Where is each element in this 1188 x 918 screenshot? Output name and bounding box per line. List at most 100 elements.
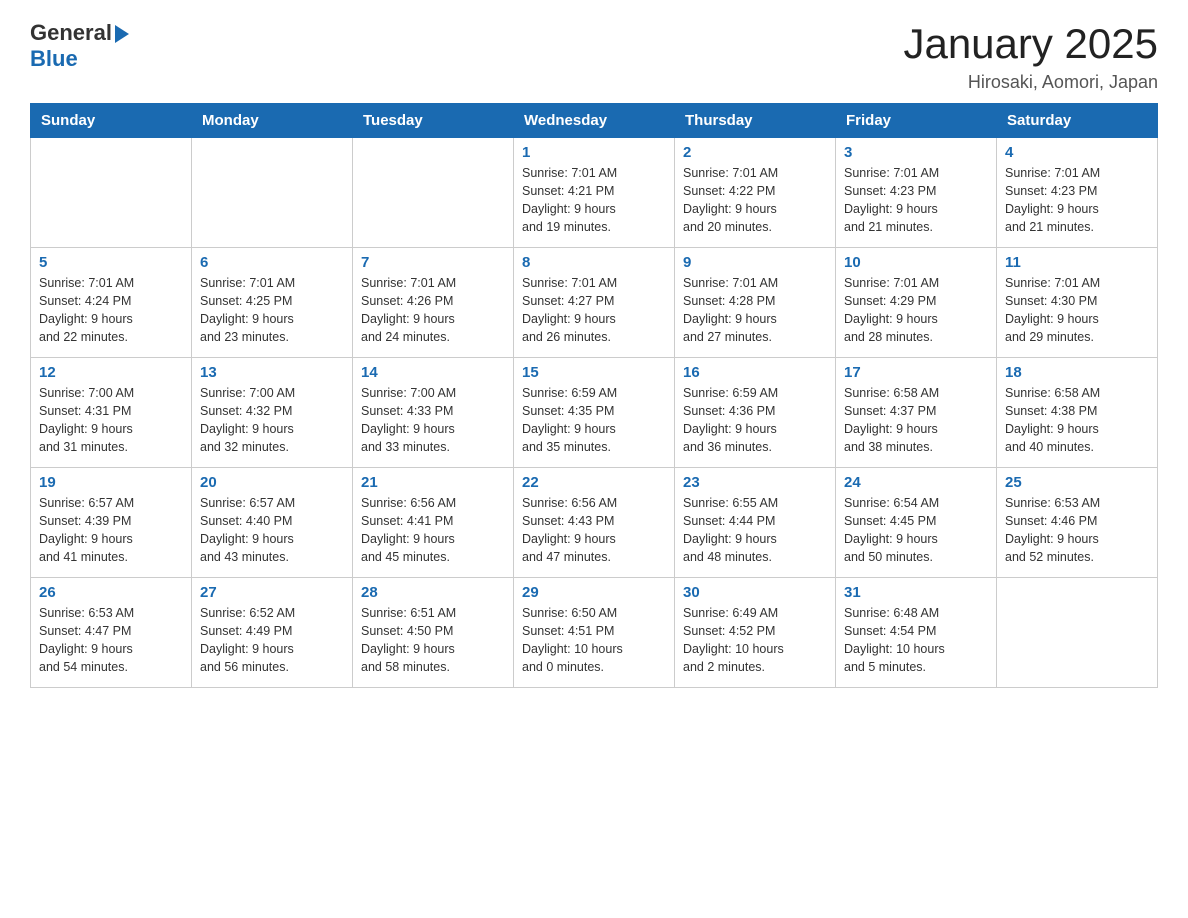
logo: General Blue (30, 20, 129, 72)
calendar-table: SundayMondayTuesdayWednesdayThursdayFrid… (30, 103, 1158, 688)
day-number: 27 (200, 584, 344, 601)
day-number: 10 (844, 254, 988, 271)
day-number: 5 (39, 254, 183, 271)
calendar-header-wednesday: Wednesday (514, 104, 675, 138)
day-number: 23 (683, 474, 827, 491)
day-info: Sunrise: 6:53 AM Sunset: 4:46 PM Dayligh… (1005, 494, 1149, 567)
day-info: Sunrise: 7:01 AM Sunset: 4:23 PM Dayligh… (1005, 164, 1149, 237)
calendar-cell: 16Sunrise: 6:59 AM Sunset: 4:36 PM Dayli… (675, 358, 836, 468)
day-info: Sunrise: 6:48 AM Sunset: 4:54 PM Dayligh… (844, 604, 988, 677)
calendar-cell: 20Sunrise: 6:57 AM Sunset: 4:40 PM Dayli… (192, 468, 353, 578)
day-info: Sunrise: 6:59 AM Sunset: 4:36 PM Dayligh… (683, 384, 827, 457)
day-info: Sunrise: 6:58 AM Sunset: 4:37 PM Dayligh… (844, 384, 988, 457)
calendar-cell: 30Sunrise: 6:49 AM Sunset: 4:52 PM Dayli… (675, 578, 836, 688)
calendar-week-row: 12 Sunrise: 7:00 AM Sunset: 4:31 PM Dayli… (31, 358, 1158, 468)
calendar-cell: 17Sunrise: 6:58 AM Sunset: 4:37 PM Dayli… (836, 358, 997, 468)
day-number: 29 (522, 584, 666, 601)
day-number: 15 (522, 364, 666, 381)
day-number: 28 (361, 584, 505, 601)
logo-general-text: General (30, 20, 112, 46)
calendar-cell: 21 Sunrise: 6:56 AM Sunset: 4:41 PM Dayli… (353, 468, 514, 578)
calendar-header-tuesday: Tuesday (353, 104, 514, 138)
day-info: Sunrise: 6:55 AM Sunset: 4:44 PM Dayligh… (683, 494, 827, 567)
calendar-cell: 8 Sunrise: 7:01 AM Sunset: 4:27 PM Daylig… (514, 248, 675, 358)
calendar-cell: 6 Sunrise: 7:01 AM Sunset: 4:25 PM Daylig… (192, 248, 353, 358)
day-number: 9 (683, 254, 827, 271)
day-info: Sunrise: 6:56 AM Sunset: 4:41 PM Dayligh… (361, 494, 505, 567)
calendar-cell (353, 138, 514, 248)
day-number: 6 (200, 254, 344, 271)
day-info: Sunrise: 6:51 AM Sunset: 4:50 PM Dayligh… (361, 604, 505, 677)
calendar-week-row: 19Sunrise: 6:57 AM Sunset: 4:39 PM Dayli… (31, 468, 1158, 578)
day-number: 19 (39, 474, 183, 491)
day-number: 4 (1005, 144, 1149, 161)
calendar-cell: 7 Sunrise: 7:01 AM Sunset: 4:26 PM Daylig… (353, 248, 514, 358)
day-number: 12 (39, 364, 183, 381)
day-number: 26 (39, 584, 183, 601)
month-title: January 2025 (903, 20, 1158, 68)
day-info: Sunrise: 7:00 AM Sunset: 4:32 PM Dayligh… (200, 384, 344, 457)
day-info: Sunrise: 6:53 AM Sunset: 4:47 PM Dayligh… (39, 604, 183, 677)
calendar-cell: 19Sunrise: 6:57 AM Sunset: 4:39 PM Dayli… (31, 468, 192, 578)
day-number: 25 (1005, 474, 1149, 491)
title-block: January 2025 Hirosaki, Aomori, Japan (903, 20, 1158, 93)
day-number: 1 (522, 144, 666, 161)
calendar-cell: 25 Sunrise: 6:53 AM Sunset: 4:46 PM Dayli… (997, 468, 1158, 578)
calendar-cell (192, 138, 353, 248)
day-number: 11 (1005, 254, 1149, 271)
calendar-header-monday: Monday (192, 104, 353, 138)
day-number: 18 (1005, 364, 1149, 381)
calendar-cell: 10 Sunrise: 7:01 AM Sunset: 4:29 PM Dayli… (836, 248, 997, 358)
page-header: General Blue January 2025 Hirosaki, Aomo… (30, 20, 1158, 93)
day-number: 30 (683, 584, 827, 601)
calendar-cell: 29 Sunrise: 6:50 AM Sunset: 4:51 PM Dayli… (514, 578, 675, 688)
day-info: Sunrise: 6:56 AM Sunset: 4:43 PM Dayligh… (522, 494, 666, 567)
day-number: 22 (522, 474, 666, 491)
day-info: Sunrise: 6:50 AM Sunset: 4:51 PM Dayligh… (522, 604, 666, 677)
calendar-week-row: 26 Sunrise: 6:53 AM Sunset: 4:47 PM Dayli… (31, 578, 1158, 688)
calendar-cell: 27 Sunrise: 6:52 AM Sunset: 4:49 PM Dayli… (192, 578, 353, 688)
day-info: Sunrise: 7:01 AM Sunset: 4:30 PM Dayligh… (1005, 274, 1149, 347)
calendar-header-friday: Friday (836, 104, 997, 138)
day-info: Sunrise: 7:01 AM Sunset: 4:24 PM Dayligh… (39, 274, 183, 347)
day-number: 21 (361, 474, 505, 491)
day-info: Sunrise: 7:01 AM Sunset: 4:27 PM Dayligh… (522, 274, 666, 347)
calendar-cell: 11 Sunrise: 7:01 AM Sunset: 4:30 PM Dayli… (997, 248, 1158, 358)
day-number: 2 (683, 144, 827, 161)
calendar-cell: 22 Sunrise: 6:56 AM Sunset: 4:43 PM Dayli… (514, 468, 675, 578)
calendar-cell: 15 Sunrise: 6:59 AM Sunset: 4:35 PM Dayli… (514, 358, 675, 468)
calendar-header-thursday: Thursday (675, 104, 836, 138)
day-info: Sunrise: 6:52 AM Sunset: 4:49 PM Dayligh… (200, 604, 344, 677)
calendar-week-row: 5 Sunrise: 7:01 AM Sunset: 4:24 PM Daylig… (31, 248, 1158, 358)
calendar-cell: 5 Sunrise: 7:01 AM Sunset: 4:24 PM Daylig… (31, 248, 192, 358)
calendar-cell: 3Sunrise: 7:01 AM Sunset: 4:23 PM Daylig… (836, 138, 997, 248)
calendar-header-row: SundayMondayTuesdayWednesdayThursdayFrid… (31, 104, 1158, 138)
calendar-cell: 24Sunrise: 6:54 AM Sunset: 4:45 PM Dayli… (836, 468, 997, 578)
calendar-week-row: 1 Sunrise: 7:01 AM Sunset: 4:21 PM Daylig… (31, 138, 1158, 248)
logo-blue-text: Blue (30, 46, 78, 72)
calendar-cell: 4 Sunrise: 7:01 AM Sunset: 4:23 PM Daylig… (997, 138, 1158, 248)
day-number: 7 (361, 254, 505, 271)
day-info: Sunrise: 7:01 AM Sunset: 4:28 PM Dayligh… (683, 274, 827, 347)
day-info: Sunrise: 6:58 AM Sunset: 4:38 PM Dayligh… (1005, 384, 1149, 457)
calendar-cell (997, 578, 1158, 688)
day-info: Sunrise: 7:01 AM Sunset: 4:22 PM Dayligh… (683, 164, 827, 237)
day-number: 31 (844, 584, 988, 601)
day-number: 24 (844, 474, 988, 491)
calendar-cell: 23 Sunrise: 6:55 AM Sunset: 4:44 PM Dayli… (675, 468, 836, 578)
day-number: 8 (522, 254, 666, 271)
day-info: Sunrise: 7:01 AM Sunset: 4:29 PM Dayligh… (844, 274, 988, 347)
day-info: Sunrise: 7:00 AM Sunset: 4:33 PM Dayligh… (361, 384, 505, 457)
day-info: Sunrise: 7:00 AM Sunset: 4:31 PM Dayligh… (39, 384, 183, 457)
day-info: Sunrise: 7:01 AM Sunset: 4:23 PM Dayligh… (844, 164, 988, 237)
day-number: 13 (200, 364, 344, 381)
day-info: Sunrise: 7:01 AM Sunset: 4:25 PM Dayligh… (200, 274, 344, 347)
calendar-cell: 31 Sunrise: 6:48 AM Sunset: 4:54 PM Dayli… (836, 578, 997, 688)
calendar-cell: 12 Sunrise: 7:00 AM Sunset: 4:31 PM Dayli… (31, 358, 192, 468)
day-info: Sunrise: 7:01 AM Sunset: 4:26 PM Dayligh… (361, 274, 505, 347)
day-info: Sunrise: 7:01 AM Sunset: 4:21 PM Dayligh… (522, 164, 666, 237)
calendar-cell: 9 Sunrise: 7:01 AM Sunset: 4:28 PM Daylig… (675, 248, 836, 358)
logo-arrow-icon (115, 25, 129, 43)
day-number: 14 (361, 364, 505, 381)
day-info: Sunrise: 6:59 AM Sunset: 4:35 PM Dayligh… (522, 384, 666, 457)
